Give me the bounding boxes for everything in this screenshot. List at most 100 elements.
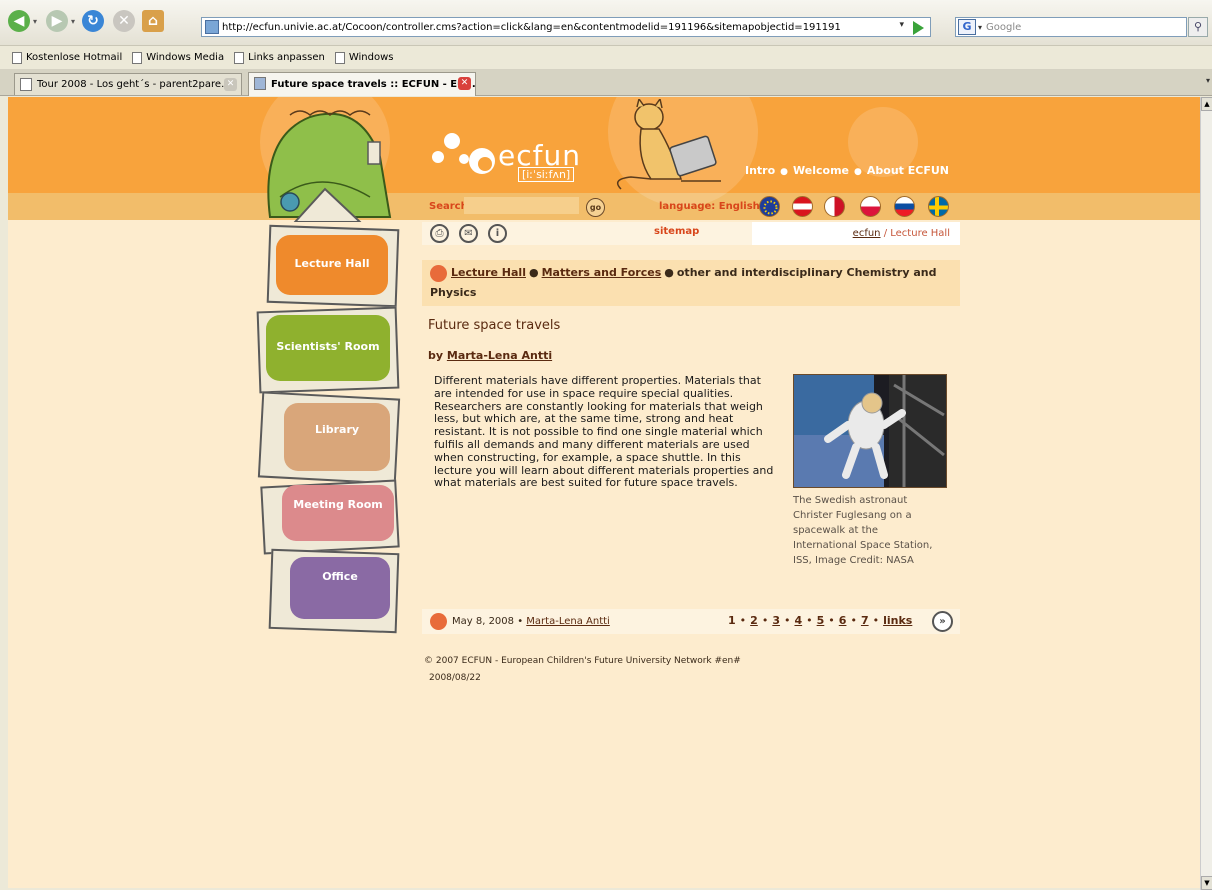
back-arrow-icon[interactable]: ◀ [8,10,30,32]
forward-dropdown-icon[interactable]: ▾ [71,17,75,26]
navigation-toolbar: ◀ ▾ ▶ ▾ ↻ ✕ ⌂ http://ecfun.univie.ac.at/… [0,0,1212,46]
astronaut-photo [793,374,947,488]
site-search-input[interactable] [464,197,579,214]
slovakia-flag-icon[interactable] [894,196,915,217]
page-separator: • [739,614,747,627]
article-body: Different materials have different prope… [434,374,774,490]
tab-list-dropdown-icon[interactable]: ▾ [1206,76,1210,85]
search-go-button[interactable]: go [586,198,605,217]
sitemap-link[interactable]: sitemap [654,226,699,237]
google-engine-icon[interactable]: G [958,19,976,35]
search-placeholder: Google [986,21,1022,33]
browser-window: ◀ ▾ ▶ ▾ ↻ ✕ ⌂ http://ecfun.univie.ac.at/… [0,0,1212,890]
info-icon[interactable]: i [488,224,507,243]
room-lecture-hall[interactable]: Lecture Hall [276,235,388,295]
bookmark-item[interactable]: Windows Media [132,51,225,64]
page-separator: • [872,614,880,627]
page-2-link[interactable]: 2 [750,614,758,627]
copyright-text: © 2007 ECFUN - European Children's Futur… [424,656,741,666]
malta-flag-icon[interactable] [824,196,845,217]
search-box[interactable]: G ▾ Google [955,17,1187,37]
page-navigation: 1 • 2 • 3 • 4 • 5 • 6 • 7 • links [728,614,912,627]
logo-phonetic: [iːˈsiːfʌn] [518,167,575,182]
breadcrumb-separator: ● [664,266,674,279]
bookmark-label: Windows [348,52,394,63]
breadcrumb-lecture-hall-link[interactable]: Lecture Hall [451,266,526,279]
tab-tour-2008[interactable]: Tour 2008 - Los geht´s - parent2pare... … [14,73,242,95]
url-text: http://ecfun.univie.ac.at/Cocoon/control… [222,21,841,33]
footer-author-link[interactable]: Marta-Lena Antti [526,616,610,627]
page-5-link[interactable]: 5 [817,614,825,627]
page-favicon-icon [205,20,219,34]
tab-strip: Tour 2008 - Los geht´s - parent2pare... … [0,70,1212,96]
lecture-bullet-icon [430,264,447,282]
magnifier-icon[interactable]: ⚲ [1188,17,1208,37]
email-icon[interactable]: ✉ [459,224,478,243]
article-byline: by Marta-Lena Antti [428,349,552,362]
language-label: language: English [659,201,760,212]
bookmark-item[interactable]: Links anpassen [234,51,325,64]
vertical-scrollbar[interactable]: ▲ ▼ [1200,97,1212,890]
page-icon [12,51,22,64]
links-page-link[interactable]: links [883,614,912,627]
page-separator: • [783,614,791,627]
austria-flag-icon[interactable] [792,196,813,217]
bookmark-item[interactable]: Windows [334,51,394,64]
footer-bullet-icon [430,613,447,630]
nav-separator: ● [780,167,789,177]
url-dropdown-icon[interactable]: ▾ [899,20,904,30]
page-icon [254,77,266,90]
home-icon[interactable]: ⌂ [142,10,164,32]
next-page-icon[interactable]: » [932,611,953,632]
forward-arrow-icon[interactable]: ▶ [46,10,68,32]
page-6-link[interactable]: 6 [839,614,847,627]
photo-caption: The Swedish astronaut Christer Fuglesang… [793,495,933,566]
publish-date: May 8, 2008 [452,616,515,627]
room-scientists-room[interactable]: Scientists' Room [266,315,390,381]
room-office[interactable]: Office [290,557,390,619]
close-tab-icon[interactable]: ✕ [458,77,471,90]
breadcrumb-separator: ● [528,266,539,279]
tab-label: Future space travels :: ECFUN - Eu... [271,79,476,90]
bookmark-label: Windows Media [146,52,225,63]
page-1: 1 [728,614,736,627]
bookmark-item[interactable]: Kostenlose Hotmail [12,51,122,64]
page-4-link[interactable]: 4 [794,614,802,627]
page-icon [20,78,32,91]
page-3-link[interactable]: 3 [772,614,780,627]
room-library[interactable]: Library [284,403,390,471]
nav-welcome[interactable]: Welcome [793,164,849,177]
scroll-down-icon[interactable]: ▼ [1201,876,1212,890]
sweden-flag-icon[interactable] [928,196,949,217]
tab-label: Tour 2008 - Los geht´s - parent2pare... [37,79,231,90]
cat-with-laptop-illustration [616,99,721,190]
tab-future-space-travels[interactable]: Future space travels :: ECFUN - Eu... ✕ [248,72,476,96]
poland-flag-icon[interactable] [860,196,881,217]
crumb-current: / Lecture Hall [880,228,950,239]
bookmarks-toolbar: Kostenlose Hotmail Windows Media Links a… [0,46,1212,70]
address-bar[interactable]: http://ecfun.univie.ac.at/Cocoon/control… [201,17,931,37]
stop-icon[interactable]: ✕ [113,10,135,32]
back-dropdown-icon[interactable]: ▾ [33,17,37,26]
room-meeting-room[interactable]: Meeting Room [282,485,394,541]
reload-icon[interactable]: ↻ [82,10,104,32]
engine-dropdown-icon[interactable]: ▾ [978,23,982,32]
search-label: Search [429,201,468,212]
author-link[interactable]: Marta-Lena Antti [447,349,552,362]
roof-dome-illustration [267,110,392,222]
site-header [8,97,1200,193]
nav-about-ecfun[interactable]: About ECFUN [867,164,949,177]
breadcrumb-matters-link[interactable]: Matters and Forces [542,266,662,279]
nav-intro[interactable]: Intro [745,164,775,177]
close-tab-icon[interactable]: ✕ [224,78,237,91]
eu-flag-icon[interactable] [759,196,780,217]
header-nav: Intro ● Welcome ● About ECFUN [745,164,949,177]
ecfun-logo-icon [432,133,495,174]
scroll-up-icon[interactable]: ▲ [1201,97,1212,111]
nav-separator: ● [854,167,862,177]
crumb-home-link[interactable]: ecfun [853,228,881,239]
print-icon[interactable]: ⎙ [430,224,449,243]
go-arrow-icon[interactable] [913,21,924,35]
footer-date-line: May 8, 2008 • Marta-Lena Antti [452,616,610,627]
page-7-link[interactable]: 7 [861,614,869,627]
